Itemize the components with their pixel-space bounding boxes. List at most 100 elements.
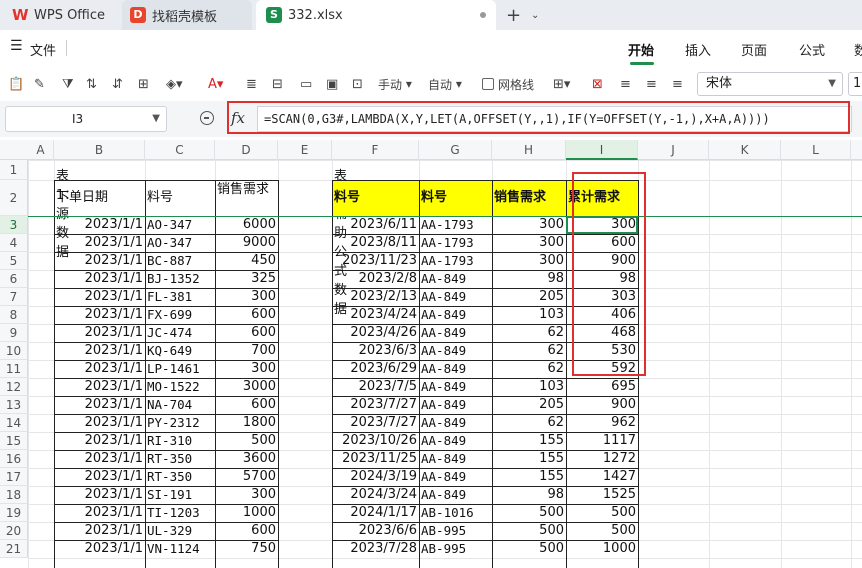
table1-part-cell[interactable]: AO-347 bbox=[145, 234, 215, 252]
column-header-g[interactable]: G bbox=[419, 140, 492, 160]
table2-part-cell[interactable]: AA-849 bbox=[419, 396, 492, 414]
table1-qty-cell[interactable]: 600 bbox=[215, 522, 278, 540]
table1-qty-cell[interactable]: 300 bbox=[215, 288, 278, 306]
table2-part-cell[interactable]: AA-849 bbox=[419, 486, 492, 504]
table1-qty-cell[interactable]: 300 bbox=[215, 486, 278, 504]
table2-part-cell[interactable]: AB-995 bbox=[419, 522, 492, 540]
calc-now-icon[interactable]: ▣ bbox=[326, 74, 338, 94]
table1-date-cell[interactable]: 2023/1/1 bbox=[54, 216, 145, 234]
paste-icon[interactable]: 📋 bbox=[8, 74, 24, 94]
table1-header-cell[interactable]: 销售需求 bbox=[215, 180, 278, 216]
table1-part-cell[interactable]: RT-350 bbox=[145, 468, 215, 486]
table1-qty-cell[interactable]: 600 bbox=[215, 306, 278, 324]
table1-qty-cell[interactable]: 300 bbox=[215, 360, 278, 378]
table1-part-cell[interactable]: AO-347 bbox=[145, 216, 215, 234]
table2-date-cell[interactable]: 2024/3/19 bbox=[332, 468, 419, 486]
table2-cumulative-cell[interactable]: 962 bbox=[566, 414, 638, 432]
row-header-11[interactable]: 11 bbox=[0, 360, 28, 378]
row-header-5[interactable]: 5 bbox=[0, 252, 28, 270]
name-box[interactable]: I3 ▼ bbox=[5, 106, 167, 132]
table1-date-cell[interactable]: 2023/1/1 bbox=[54, 234, 145, 252]
insert-comment-icon[interactable]: ▭ bbox=[300, 74, 312, 94]
menu-tab-home[interactable]: 开始 bbox=[628, 40, 654, 59]
tab-active-file[interactable]: S 332.xlsx bbox=[256, 0, 496, 30]
hamburger-menu-icon[interactable]: ☰ bbox=[10, 38, 23, 54]
table1-date-cell[interactable]: 2023/1/1 bbox=[54, 522, 145, 540]
table2-part-cell[interactable]: AA-849 bbox=[419, 288, 492, 306]
table2-date-cell[interactable]: 2024/1/17 bbox=[332, 504, 419, 522]
column-header-h[interactable]: H bbox=[492, 140, 566, 160]
table2-part-cell[interactable]: AA-849 bbox=[419, 432, 492, 450]
table1-date-cell[interactable]: 2023/1/1 bbox=[54, 252, 145, 270]
table2-qty-cell[interactable]: 300 bbox=[492, 234, 566, 252]
table2-date-cell[interactable]: 2023/7/27 bbox=[332, 414, 419, 432]
table1-part-cell[interactable]: JC-474 bbox=[145, 324, 215, 342]
row-header-9[interactable]: 9 bbox=[0, 324, 28, 342]
row-header-12[interactable]: 12 bbox=[0, 378, 28, 396]
sort-icon[interactable]: ⇅ bbox=[86, 74, 97, 94]
column-header-d[interactable]: D bbox=[215, 140, 278, 160]
table1-part-cell[interactable]: RI-310 bbox=[145, 432, 215, 450]
row-header-19[interactable]: 19 bbox=[0, 504, 28, 522]
table1-part-cell[interactable]: RT-350 bbox=[145, 450, 215, 468]
table2-cumulative-cell[interactable]: 1117 bbox=[566, 432, 638, 450]
table2-date-cell[interactable]: 2023/7/28 bbox=[332, 540, 419, 558]
row-header-4[interactable]: 4 bbox=[0, 234, 28, 252]
row-header-3[interactable]: 3 bbox=[0, 216, 28, 234]
table2-qty-cell[interactable]: 62 bbox=[492, 414, 566, 432]
column-header-e[interactable]: E bbox=[278, 140, 332, 160]
tab-wps-office[interactable]: W WPS Office bbox=[12, 0, 105, 30]
table1-part-cell[interactable]: FL-381 bbox=[145, 288, 215, 306]
row-header-7[interactable]: 7 bbox=[0, 288, 28, 306]
table1-date-cell[interactable]: 2023/1/1 bbox=[54, 432, 145, 450]
row-header-10[interactable]: 10 bbox=[0, 342, 28, 360]
row-header-2[interactable]: 2 bbox=[0, 180, 28, 216]
border-icon[interactable]: ⊞ bbox=[138, 74, 149, 94]
table2-qty-cell[interactable]: 300 bbox=[492, 252, 566, 270]
table2-part-cell[interactable]: AA-849 bbox=[419, 450, 492, 468]
table1-part-cell[interactable]: PY-2312 bbox=[145, 414, 215, 432]
chevron-down-icon[interactable]: ⌄ bbox=[531, 0, 539, 30]
font-size-select[interactable]: 1 bbox=[848, 72, 862, 96]
table1-part-cell[interactable]: LP-1461 bbox=[145, 360, 215, 378]
table1-part-cell[interactable]: NA-704 bbox=[145, 396, 215, 414]
sort-desc-icon[interactable]: ⇵ bbox=[112, 74, 123, 94]
table1-part-cell[interactable]: BJ-1352 bbox=[145, 270, 215, 288]
filter-icon[interactable]: ⧩ bbox=[62, 74, 74, 94]
table2-cumulative-cell[interactable]: 1000 bbox=[566, 540, 638, 558]
row-header-17[interactable]: 17 bbox=[0, 468, 28, 486]
table2-qty-cell[interactable]: 103 bbox=[492, 378, 566, 396]
table2-part-cell[interactable]: AA-1793 bbox=[419, 252, 492, 270]
table1-qty-cell[interactable]: 700 bbox=[215, 342, 278, 360]
spreadsheet-grid[interactable]: ABCDEFGHIJKL 1 2 3 4 5 6 7 8 9 10 11 12 13 14 15 16 17 18… bbox=[0, 140, 862, 568]
unsaved-dot-icon[interactable] bbox=[480, 12, 486, 18]
table2-date-cell[interactable]: 2023/11/25 bbox=[332, 450, 419, 468]
table2-qty-cell[interactable]: 205 bbox=[492, 396, 566, 414]
table2-part-cell[interactable]: AA-849 bbox=[419, 342, 492, 360]
table2-date-cell[interactable]: 2024/3/24 bbox=[332, 486, 419, 504]
table2-part-cell[interactable]: AA-1793 bbox=[419, 234, 492, 252]
align-right-icon[interactable]: ≡ bbox=[672, 74, 683, 94]
align-center-icon[interactable]: ≡ bbox=[646, 74, 657, 94]
table2-qty-cell[interactable]: 98 bbox=[492, 270, 566, 288]
zoom-icon[interactable] bbox=[200, 111, 214, 125]
table1-qty-cell[interactable]: 1000 bbox=[215, 504, 278, 522]
table1-qty-cell[interactable]: 500 bbox=[215, 432, 278, 450]
table1-header-cell[interactable]: 料号 bbox=[145, 180, 215, 216]
column-header-b[interactable]: B bbox=[54, 140, 145, 160]
table1-date-cell[interactable]: 2023/1/1 bbox=[54, 360, 145, 378]
table2-qty-cell[interactable]: 62 bbox=[492, 360, 566, 378]
table2-date-cell[interactable]: 2023/10/26 bbox=[332, 432, 419, 450]
row-header-8[interactable]: 8 bbox=[0, 306, 28, 324]
row-header-15[interactable]: 15 bbox=[0, 432, 28, 450]
table2-cumulative-cell[interactable]: 695 bbox=[566, 378, 638, 396]
table1-qty-cell[interactable]: 3000 bbox=[215, 378, 278, 396]
table1-date-cell[interactable]: 2023/1/1 bbox=[54, 342, 145, 360]
calc-sheet-icon[interactable]: ⊡ bbox=[352, 74, 363, 94]
table2-date-cell[interactable]: 2023/7/5 bbox=[332, 378, 419, 396]
clear-format-icon[interactable]: ⊠ bbox=[592, 74, 603, 94]
table2-qty-cell[interactable]: 500 bbox=[492, 504, 566, 522]
column-header-f[interactable]: F bbox=[332, 140, 419, 160]
column-header-k[interactable]: K bbox=[709, 140, 781, 160]
gridlines-toggle[interactable]: 网格线 bbox=[482, 74, 534, 94]
